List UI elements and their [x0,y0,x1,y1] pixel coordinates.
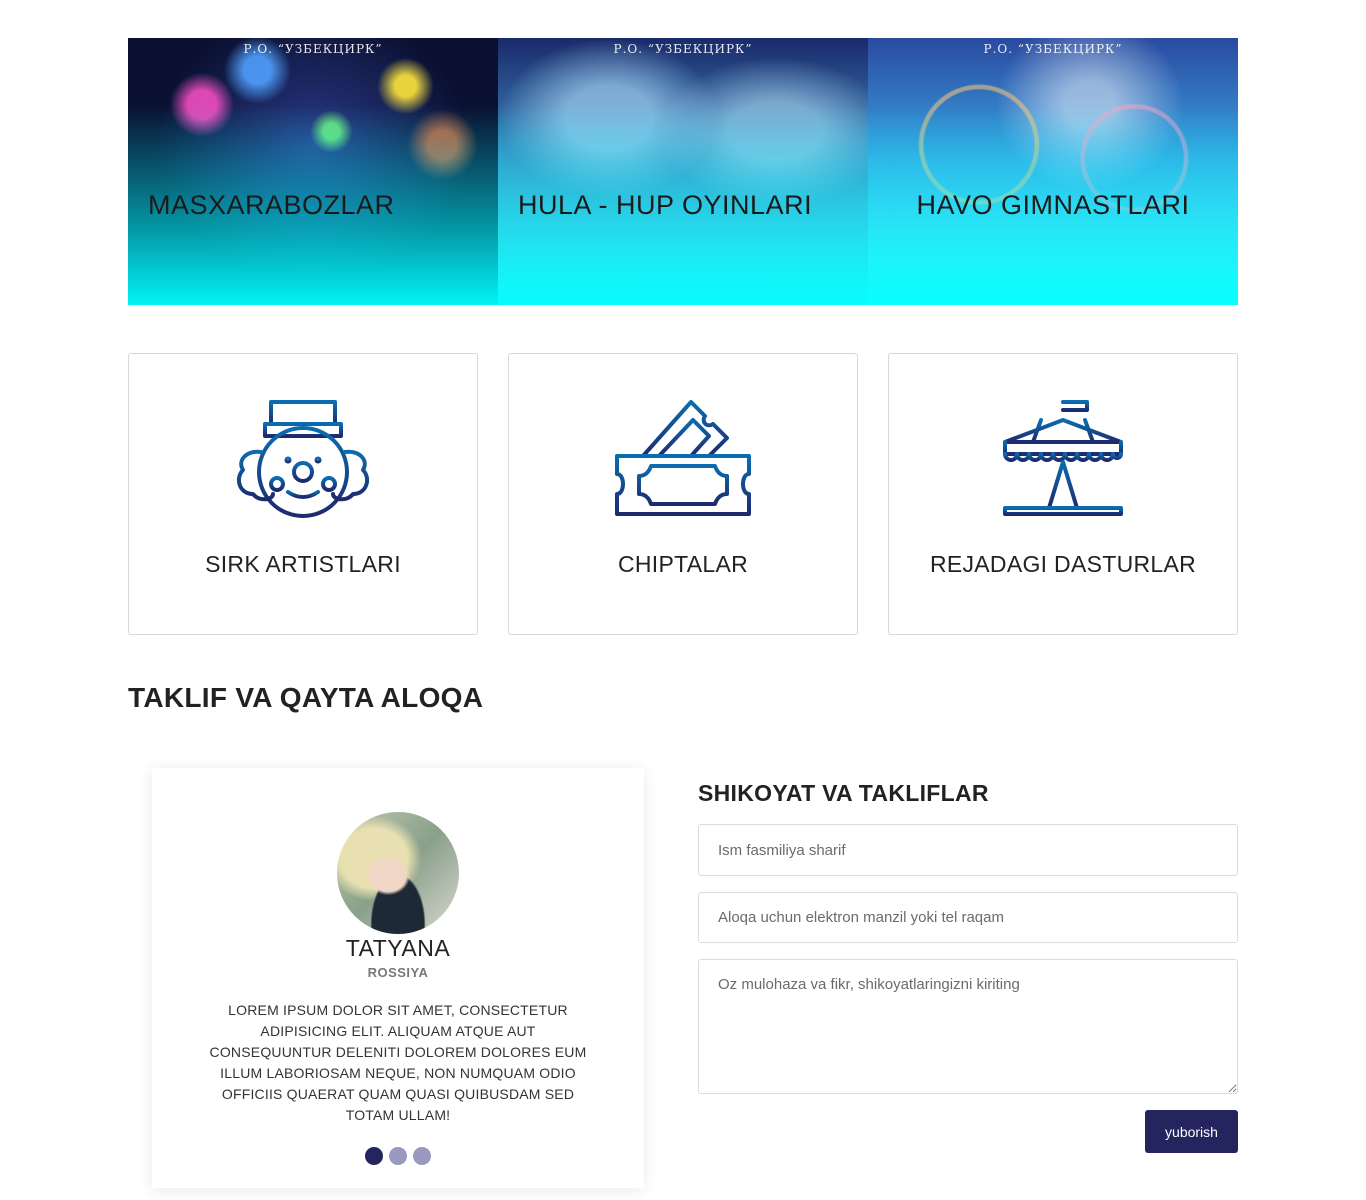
testimonial-text: LOREM IPSUM DOLOR SIT AMET, CONSECTETUR … [209,1002,587,1123]
card-label: SIRK ARTISTLARI [205,551,401,577]
message-textarea[interactable] [698,959,1238,1094]
section-title: TAKLIF VA QAYTA ALOQA [128,682,484,713]
name-input[interactable] [698,824,1238,876]
banner-title: HAVO GIMNASTLARI [916,190,1190,220]
testimonial-location: ROSSIYA [367,965,429,980]
testimonial-name: TATYANA [345,935,451,961]
hero-banner: Р.О. “УЗБЕКЦИРК” MASXARABOZLAR Р.О. “УЗБ… [128,38,1238,305]
card-label: REJADAGI DASTURLAR [929,551,1197,577]
carousel-dots [152,1147,644,1165]
submit-button[interactable]: yuborish [1145,1110,1238,1153]
banner-panel-clowns[interactable]: Р.О. “УЗБЕКЦИРК” MASXARABOZLAR [128,38,498,305]
banner-panel-gymnasts[interactable]: Р.О. “УЗБЕКЦИРК” HAVO GIMNASTLARI [868,38,1238,305]
banner-caption: Р.О. “УЗБЕКЦИРК” [983,42,1123,56]
carousel-dot-2[interactable] [389,1147,407,1165]
card-label: CHIPTALAR [617,551,749,577]
carousel-dot-1[interactable] [365,1147,383,1165]
circus-tent-icon [1003,398,1123,516]
ticket-icon [615,400,751,516]
form-title: SHIKOYAT VA TAKLIFLAR [698,780,989,806]
carousel-dot-3[interactable] [413,1147,431,1165]
avatar [337,812,459,934]
banner-panel-hula-hoop[interactable]: Р.О. “УЗБЕКЦИРК” HULA - HUP OYINLARI [498,38,868,305]
testimonial-card: TATYANA ROSSIYA LOREM IPSUM DOLOR SIT AM… [152,768,644,1188]
banner-caption: Р.О. “УЗБЕКЦИРК” [613,42,753,56]
banner-title: HULA - HUP OYINLARI [518,190,813,220]
contact-input[interactable] [698,892,1238,943]
feature-cards: SIRK ARTISTLARI CHIPTALAR REJADAGI DASTU… [128,353,1238,635]
card-planned-programs[interactable]: REJADAGI DASTURLAR [888,353,1238,635]
card-circus-artists[interactable]: SIRK ARTISTLARI [128,353,478,635]
banner-title: MASXARABOZLAR [148,190,395,220]
card-tickets[interactable]: CHIPTALAR [508,353,858,635]
banner-caption: Р.О. “УЗБЕКЦИРК” [243,42,383,56]
clown-icon [236,400,370,518]
